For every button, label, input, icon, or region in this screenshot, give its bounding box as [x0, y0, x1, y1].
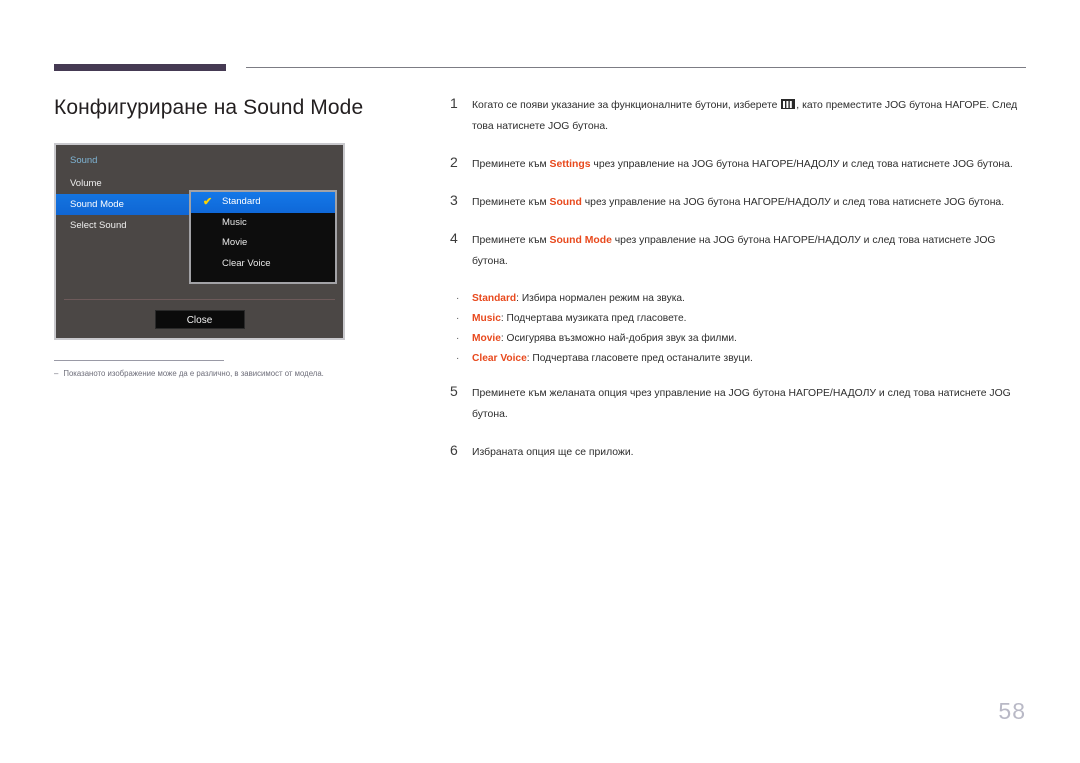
list-item: · Movie: Осигурява възможно най-добрия зв…: [450, 329, 1030, 349]
bullet-text: Music: Подчертава музиката пред гласовет…: [472, 313, 687, 324]
bullet-term: Standard: [472, 293, 517, 304]
step-text: Преминете към Sound чрез управление на J…: [472, 197, 1005, 208]
instruction-step: 4 Преминете към Sound Mode чрез управлени…: [450, 230, 1030, 272]
menu-term-highlight: Sound Mode: [549, 235, 612, 246]
check-icon: ✔: [203, 196, 213, 209]
list-item: · Clear Voice: Подчертава гласовете пред …: [450, 349, 1030, 369]
bullet-text: Movie: Осигурява възможно най-добрия зву…: [472, 333, 737, 344]
bullet-term: Clear Voice: [472, 353, 527, 364]
step-text: Преминете към Settings чрез управление н…: [472, 159, 1013, 170]
footnote-rule: [54, 360, 224, 362]
bullet-term: Movie: [472, 333, 501, 344]
osd-submenu-item-label: Movie: [222, 237, 248, 249]
step-number: 4: [450, 230, 458, 246]
osd-menu-illustration: Sound Volume Sound Mode Select Sound ✔ Stan…: [54, 143, 345, 341]
list-item: · Standard: Избира нормален режим на звук…: [450, 289, 1030, 309]
osd-submenu-item-label: Music: [222, 216, 247, 228]
instruction-step: 3 Преминете към Sound чрез управление на …: [450, 192, 1030, 213]
menu-term-highlight: Sound: [549, 197, 582, 208]
osd-divider: [64, 299, 335, 301]
bullet-marker: ·: [456, 353, 460, 364]
bullet-text: Standard: Избира нормален режим на звука…: [472, 293, 685, 304]
right-column: 1 Когато се появи указание за функционалн…: [450, 95, 1030, 480]
footnote-text: Показаното изображение може да е различн…: [63, 369, 324, 379]
step-text: Когато се появи указание за функционални…: [472, 99, 1018, 132]
instruction-step: 6 Избраната опция ще се приложи.: [450, 442, 1030, 463]
footnote-dash: ‒: [54, 369, 59, 379]
instruction-step: 2 Преминете към Settings чрез управление …: [450, 154, 1030, 175]
bullet-marker: ·: [456, 333, 460, 344]
header-rules: [54, 62, 1026, 76]
osd-submenu-item[interactable]: Music: [191, 213, 335, 234]
menu-term-highlight: Settings: [549, 159, 591, 170]
osd-submenu-item-label: Standard: [222, 196, 261, 208]
bullet-text: Clear Voice: Подчертава гласовете пред о…: [472, 353, 753, 364]
sound-mode-options-list: · Standard: Избира нормален режим на звук…: [450, 289, 1030, 369]
left-column: Конфигуриране на Sound Mode Sound Volume…: [54, 95, 424, 380]
osd-submenu-panel: ✔ Standard Music Movie Clear Voice: [189, 190, 337, 285]
instruction-steps-bottom: 5 Преминете към желаната опция чрез управ…: [450, 383, 1030, 463]
osd-menu-item-label: Select Sound: [70, 220, 127, 232]
bullet-term: Music: [472, 313, 501, 324]
header-rule-accent: [54, 64, 226, 71]
step-number: 5: [450, 383, 458, 399]
list-item: · Music: Подчертава музиката пред гласове…: [450, 309, 1030, 329]
osd-close-button[interactable]: Close: [154, 310, 245, 330]
page-title: Конфигуриране на Sound Mode: [54, 96, 364, 119]
page-number: 58: [998, 698, 1026, 724]
menu-glyph-icon: [781, 99, 796, 109]
step-number: 1: [450, 95, 458, 111]
footnote: ‒ Показаното изображение може да е разли…: [54, 369, 402, 380]
step-text: Избраната опция ще се приложи.: [472, 447, 634, 458]
osd-submenu-item-label: Clear Voice: [222, 257, 271, 269]
instruction-steps-top: 1 Когато се появи указание за функционалн…: [450, 95, 1030, 272]
instruction-step: 5 Преминете към желаната опция чрез управ…: [450, 383, 1030, 425]
osd-submenu-item[interactable]: Clear Voice: [191, 254, 335, 275]
step-number: 2: [450, 154, 458, 170]
step-text: Преминете към желаната опция чрез управл…: [472, 388, 1011, 420]
osd-submenu-item[interactable]: ✔ Standard: [191, 192, 335, 213]
bullet-marker: ·: [456, 313, 460, 324]
step-number: 3: [450, 192, 458, 208]
instruction-step: 1 Когато се появи указание за функционалн…: [450, 95, 1030, 137]
osd-menu-item[interactable]: Sound Mode: [56, 194, 190, 216]
osd-title: Sound: [70, 155, 98, 167]
osd-menu-item-label: Sound Mode: [70, 199, 124, 211]
osd-submenu-item[interactable]: Movie: [191, 233, 335, 254]
header-rule-thin: [246, 67, 1026, 68]
step-number: 6: [450, 442, 458, 458]
footnote-block: ‒ Показаното изображение може да е разли…: [54, 360, 402, 380]
bullet-marker: ·: [456, 293, 460, 304]
osd-menu-item-label: Volume: [70, 178, 102, 190]
step-text: Преминете към Sound Mode чрез управление…: [472, 235, 996, 267]
